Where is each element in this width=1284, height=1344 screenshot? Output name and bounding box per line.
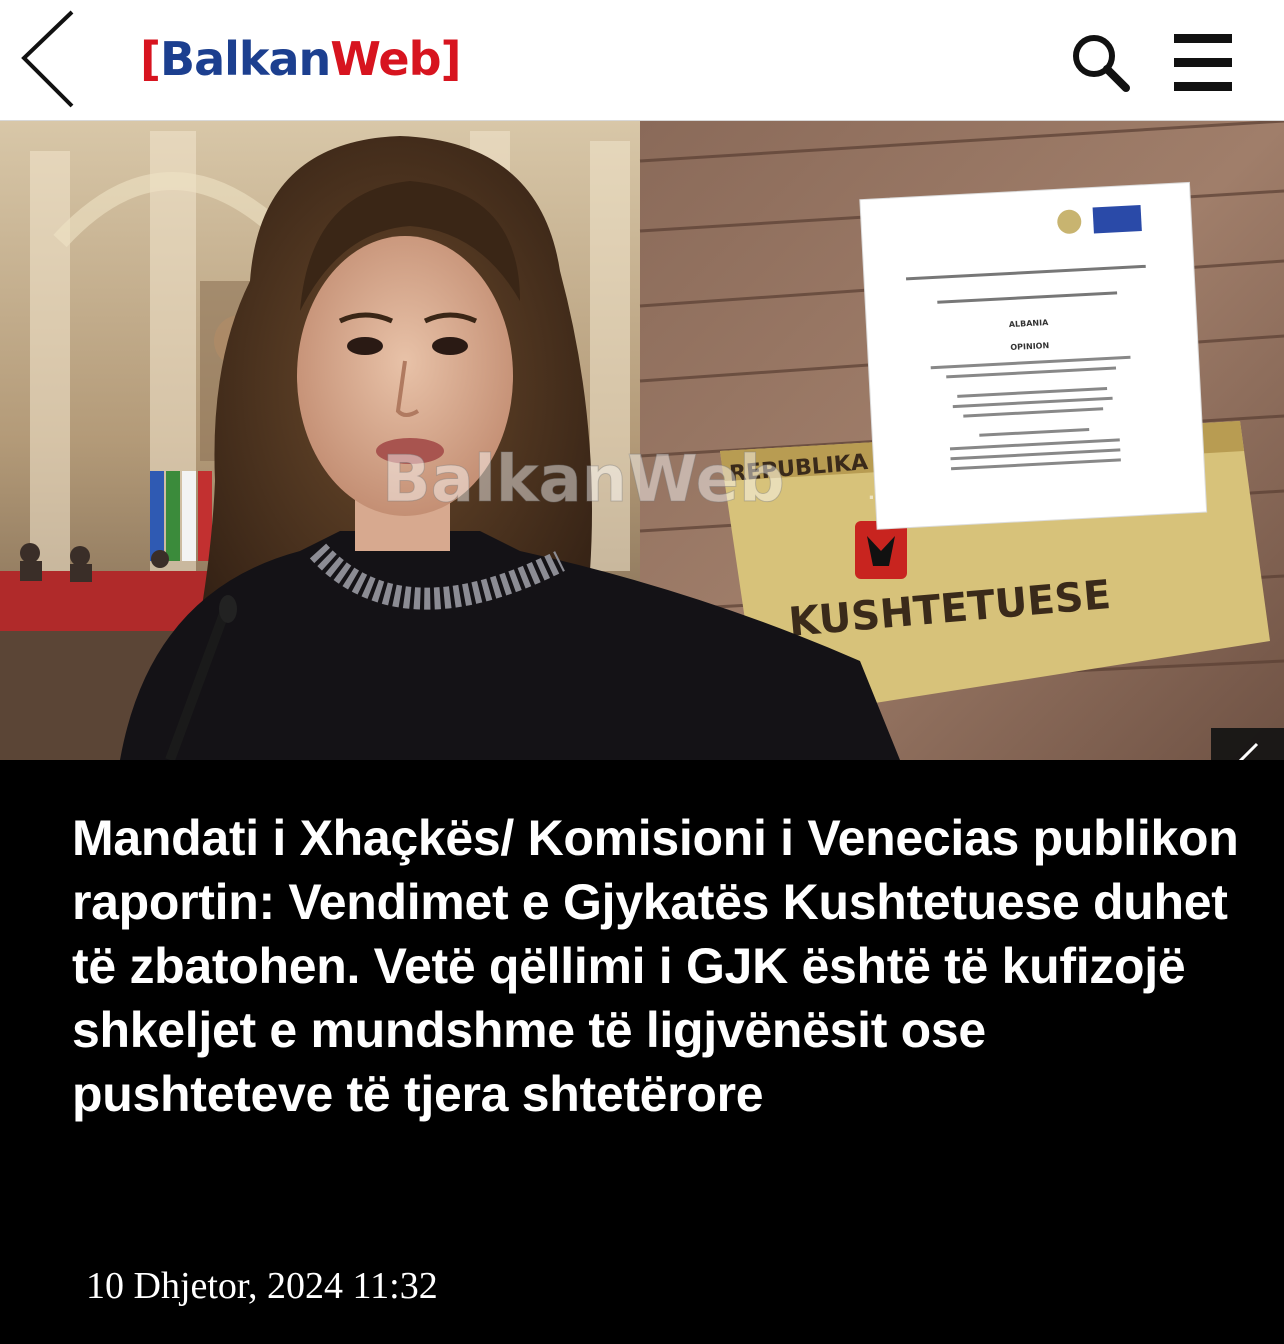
hero-photo-collage: KUSHTETUESE REPUBLIKA E ALBANIA OPINION <box>0 121 1284 760</box>
top-header: [ Balkan Web ] <box>0 0 1284 121</box>
hero-image[interactable]: KUSHTETUESE REPUBLIKA E ALBANIA OPINION <box>0 121 1284 760</box>
article-date: 10 Dhjetor, 2024 11:32 <box>86 1265 438 1307</box>
logo-text-web: Web <box>330 32 441 86</box>
hamburger-menu-icon <box>1174 82 1232 91</box>
slider-prev-button[interactable] <box>1211 728 1284 760</box>
article-headline[interactable]: Mandati i Xhaçkës/ Komisioni i Venecias … <box>72 806 1252 1126</box>
watermark-text: BalkanWeb <box>382 443 785 517</box>
hamburger-menu-button[interactable] <box>1168 30 1238 94</box>
search-button[interactable] <box>1066 28 1134 96</box>
watermark-suffix: .COM <box>868 483 921 504</box>
chevron-left-icon <box>21 10 74 108</box>
logo-bracket-left: [ <box>140 32 161 86</box>
hamburger-menu-icon <box>1174 58 1232 67</box>
back-button[interactable] <box>10 6 90 114</box>
hamburger-menu-icon <box>1174 34 1232 43</box>
site-logo[interactable]: [ Balkan Web ] <box>140 26 462 92</box>
emblem-icon <box>855 521 907 579</box>
logo-text-balkan: Balkan <box>160 32 331 86</box>
search-icon <box>1073 35 1130 92</box>
chevron-left-icon <box>1238 742 1259 760</box>
article-summary: Mandati i Xhaçkës/ Komisioni i Venecias … <box>0 760 1284 1344</box>
logo-bracket-right: ] <box>440 32 462 86</box>
